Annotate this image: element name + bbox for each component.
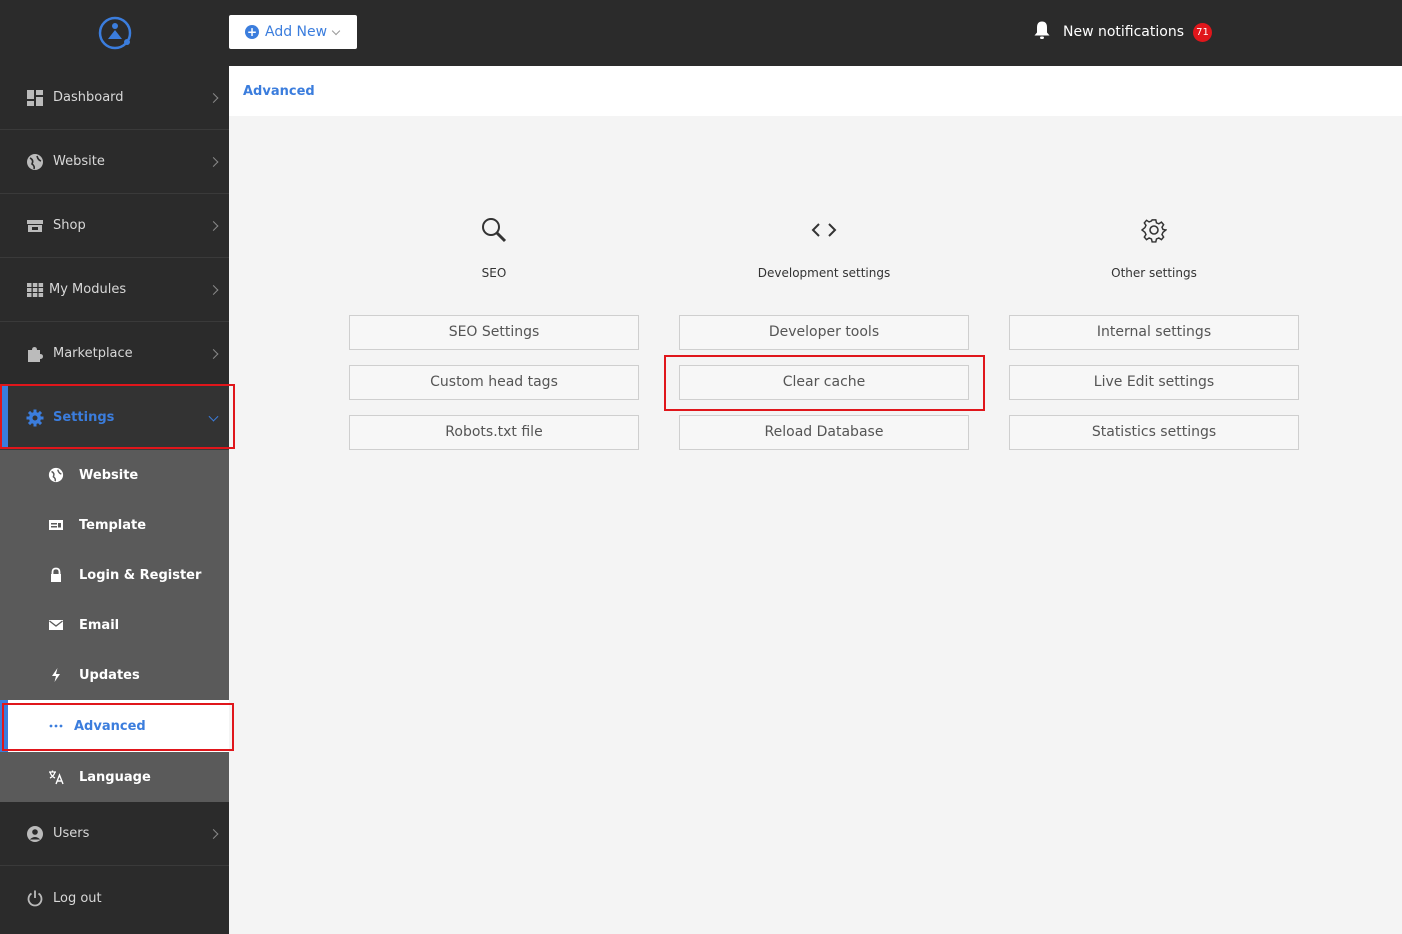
sidebar: Dashboard Website Shop My Modules Market…	[0, 0, 229, 934]
sidebar-item-log-out[interactable]: Log out	[0, 866, 229, 930]
logo[interactable]	[0, 0, 229, 66]
developer-tools-button[interactable]: Developer tools	[679, 315, 969, 350]
bell-icon	[1033, 20, 1051, 44]
internal-settings-button[interactable]: Internal settings	[1009, 315, 1299, 350]
submenu-item-template[interactable]: Template	[0, 500, 229, 550]
globe-icon	[26, 153, 44, 171]
chevron-right-icon	[208, 92, 219, 103]
top-bar: + Add New New notifications 71	[229, 0, 1402, 66]
dashboard-icon	[26, 89, 44, 107]
gear-outline-icon	[1009, 210, 1299, 250]
section-title: SEO	[481, 266, 507, 280]
sidebar-item-my-modules[interactable]: My Modules	[0, 258, 229, 322]
submenu-item-email[interactable]: Email	[0, 600, 229, 650]
sidebar-item-website[interactable]: Website	[0, 130, 229, 194]
magnifier-icon	[349, 210, 639, 250]
submenu-item-advanced[interactable]: Advanced	[0, 700, 229, 752]
power-icon	[26, 889, 44, 907]
sidebar-item-label: Website	[53, 154, 105, 169]
store-icon	[26, 217, 44, 235]
sidebar-item-label: Shop	[53, 218, 86, 233]
robots-txt-button[interactable]: Robots.txt file	[349, 415, 639, 450]
statistics-settings-button[interactable]: Statistics settings	[1009, 415, 1299, 450]
sidebar-item-users[interactable]: Users	[0, 802, 229, 866]
seo-settings-button[interactable]: SEO Settings	[349, 315, 639, 350]
submenu-item-label: Login & Register	[79, 567, 202, 583]
sidebar-item-label: Users	[53, 826, 90, 841]
sidebar-item-dashboard[interactable]: Dashboard	[0, 66, 229, 130]
notifications-count-badge: 71	[1193, 22, 1212, 42]
add-new-label: Add New	[265, 24, 328, 40]
chevron-right-icon	[208, 220, 219, 231]
submenu-item-login-register[interactable]: Login & Register	[0, 550, 229, 600]
code-icon	[679, 210, 969, 250]
bolt-icon	[48, 667, 64, 683]
other-settings-section: Other settings Internal settings Live Ed…	[1009, 210, 1299, 465]
sidebar-item-marketplace[interactable]: Marketplace	[0, 322, 229, 386]
notifications-button[interactable]: New notifications 71	[1033, 20, 1212, 44]
sidebar-item-settings[interactable]: Settings	[0, 386, 229, 450]
chevron-right-icon	[208, 284, 219, 295]
submenu-item-updates[interactable]: Updates	[0, 650, 229, 700]
clear-cache-button[interactable]: Clear cache	[679, 365, 969, 400]
envelope-icon	[48, 617, 64, 633]
gear-icon	[26, 409, 44, 427]
section-title: Development settings	[757, 266, 891, 280]
section-title: Other settings	[1111, 266, 1197, 280]
breadcrumb: Advanced	[229, 66, 1402, 116]
sidebar-item-label: Log out	[53, 890, 102, 906]
chevron-right-icon	[208, 828, 219, 839]
submenu-item-language[interactable]: Language	[0, 752, 229, 802]
translate-icon	[48, 769, 64, 785]
plus-circle-icon: +	[245, 25, 259, 39]
submenu-item-label: Language	[79, 769, 151, 785]
development-section: Development settings Developer tools Cle…	[679, 210, 969, 465]
submenu-item-website[interactable]: Website	[0, 450, 229, 500]
submenu-item-label: Advanced	[74, 718, 146, 734]
breadcrumb-current[interactable]: Advanced	[243, 84, 315, 99]
grid-icon	[26, 281, 44, 299]
submenu-item-label: Updates	[79, 667, 140, 683]
template-icon	[48, 517, 64, 533]
sidebar-item-shop[interactable]: Shop	[0, 194, 229, 258]
seo-section: SEO SEO Settings Custom head tags Robots…	[349, 210, 639, 465]
submenu-item-label: Template	[79, 517, 147, 533]
lock-icon	[48, 567, 64, 583]
submenu-item-label: Website	[79, 467, 139, 483]
custom-head-tags-button[interactable]: Custom head tags	[349, 365, 639, 400]
chevron-right-icon	[208, 156, 219, 167]
sidebar-item-label: Marketplace	[53, 346, 133, 361]
add-new-button[interactable]: + Add New	[229, 15, 357, 49]
dots-icon	[48, 718, 64, 734]
sidebar-item-label: Settings	[53, 410, 115, 425]
globe-icon	[48, 467, 64, 483]
logo-icon	[98, 16, 131, 50]
puzzle-icon	[26, 345, 44, 363]
settings-submenu: Website Template Login & Register Email …	[0, 450, 229, 802]
live-edit-settings-button[interactable]: Live Edit settings	[1009, 365, 1299, 400]
reload-database-button[interactable]: Reload Database	[679, 415, 969, 450]
sidebar-item-label: My Modules	[49, 282, 127, 297]
submenu-item-label: Email	[79, 617, 120, 633]
sidebar-item-label: Dashboard	[53, 90, 124, 105]
notifications-label: New notifications	[1062, 24, 1184, 40]
chevron-down-icon	[208, 411, 219, 422]
user-circle-icon	[26, 825, 44, 843]
chevron-down-icon	[331, 26, 341, 36]
chevron-right-icon	[208, 348, 219, 359]
